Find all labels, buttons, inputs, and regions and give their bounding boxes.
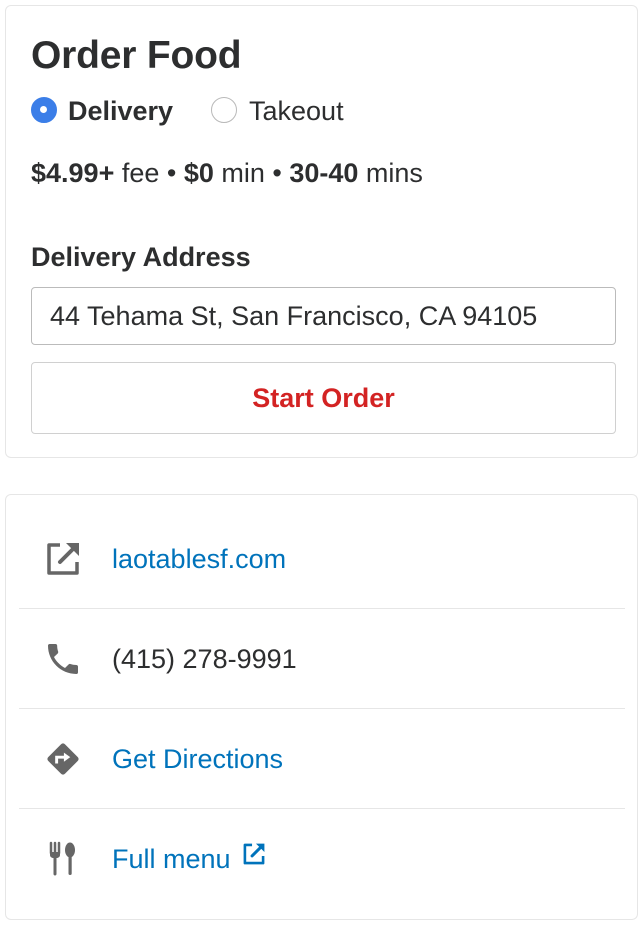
takeout-radio[interactable] xyxy=(211,97,237,123)
delivery-fee-summary: $4.99+ fee • $0 min • 30-40 mins xyxy=(31,158,423,189)
delivery-address-label: Delivery Address xyxy=(31,242,251,272)
full-menu-link[interactable]: Full menu xyxy=(112,844,231,874)
minimum-word: min • xyxy=(213,158,290,188)
order-food-card: Order Food Delivery Takeout $4.99+ fee •… xyxy=(5,5,638,458)
start-order-button[interactable]: Start Order xyxy=(31,362,616,434)
fee-value: $4.99+ xyxy=(31,158,115,188)
utensils-icon xyxy=(43,839,83,879)
minimum-value: $0 xyxy=(183,158,214,188)
external-link-icon xyxy=(241,808,267,908)
order-title: Order Food xyxy=(31,34,242,77)
phone-icon xyxy=(43,639,83,679)
full-menu-link-wrapper[interactable]: Full menu xyxy=(112,809,267,909)
delivery-time-value: 30-40 xyxy=(289,158,359,188)
directions-row[interactable]: Get Directions xyxy=(19,709,625,809)
website-link[interactable]: laotablesf.com xyxy=(112,509,286,609)
phone-number: (415) 278-9991 xyxy=(112,644,297,674)
directions-icon xyxy=(43,739,83,779)
takeout-option-label[interactable]: Takeout xyxy=(249,96,344,127)
delivery-radio[interactable] xyxy=(31,97,57,123)
delivery-time-word: mins xyxy=(358,158,423,188)
delivery-address-input[interactable] xyxy=(31,287,616,345)
external-link-icon xyxy=(43,539,83,579)
fee-word: fee • xyxy=(114,158,184,188)
get-directions-link[interactable]: Get Directions xyxy=(112,709,283,809)
menu-row[interactable]: Full menu xyxy=(19,809,625,909)
delivery-option-label[interactable]: Delivery xyxy=(68,96,173,127)
website-row[interactable]: laotablesf.com xyxy=(19,509,625,609)
phone-row: (415) 278-9991 xyxy=(19,609,625,709)
business-info-card: laotablesf.com (415) 278-9991 Get Direct… xyxy=(5,494,638,920)
